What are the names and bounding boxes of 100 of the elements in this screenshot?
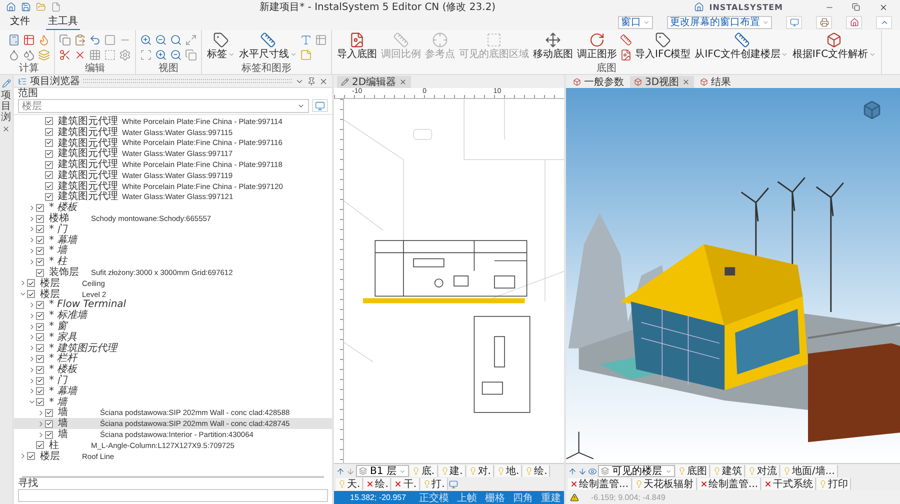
down-arrow-icon[interactable] [578, 466, 587, 476]
monitor-button[interactable] [786, 16, 802, 28]
tree-row[interactable]: * 栏杆 [14, 354, 332, 364]
paste-icon[interactable] [74, 34, 86, 46]
save-icon[interactable] [21, 2, 31, 12]
zoom-in-icon[interactable] [140, 34, 152, 46]
table-icon[interactable] [23, 34, 35, 46]
undo-icon[interactable] [89, 34, 101, 46]
settings-icon[interactable] [119, 49, 131, 61]
layer-tab[interactable]: 底图 [676, 465, 710, 477]
droplet-icon[interactable] [8, 49, 20, 61]
ribbon-button[interactable]: 从IFC文件创建楼层 [694, 32, 790, 60]
layer-tab[interactable]: 绘. [523, 465, 550, 477]
editor-tab[interactable]: 2D编辑器 [337, 76, 412, 88]
checkbox[interactable] [36, 366, 44, 374]
snap-toggle[interactable]: 栅格 [484, 490, 506, 504]
zoom-in-icon[interactable] [155, 49, 167, 61]
checkbox[interactable] [36, 387, 44, 396]
close-icon[interactable] [2, 125, 10, 133]
checkbox[interactable] [36, 225, 44, 234]
up-arrow-icon[interactable] [336, 466, 345, 476]
tree-row[interactable]: * 门 [14, 224, 332, 235]
delete-icon[interactable] [74, 49, 86, 61]
layer-tab[interactable]: 地. [494, 465, 522, 477]
fit-view-icon[interactable] [185, 34, 197, 46]
flame-icon[interactable] [38, 34, 50, 46]
home-button[interactable] [846, 16, 862, 28]
zoom-out-icon[interactable] [170, 49, 182, 61]
droplets-icon[interactable] [23, 49, 35, 61]
tree-row[interactable]: * 家具 [14, 332, 332, 343]
snap-toggle[interactable]: 重建 [540, 490, 562, 504]
checkbox[interactable] [45, 171, 53, 180]
layer-tab[interactable]: 绘. [364, 478, 392, 490]
calculator-icon[interactable] [8, 34, 20, 46]
ribbon-button[interactable]: 根据IFC文件解析 [791, 32, 878, 60]
checkbox[interactable] [36, 312, 44, 320]
layer-tab[interactable]: 天. [336, 478, 364, 490]
search-field[interactable] [18, 489, 328, 502]
view-tab[interactable]: 一般参数 [569, 76, 628, 88]
checkbox[interactable] [45, 138, 53, 147]
checkbox[interactable] [45, 150, 53, 158]
zoom-out-icon[interactable] [155, 34, 167, 46]
monitor-icon[interactable] [448, 480, 458, 488]
ribbon-button[interactable]: 标签 [206, 32, 236, 60]
pin-icon[interactable] [307, 76, 316, 86]
checkbox[interactable] [45, 117, 53, 126]
checkbox[interactable] [45, 192, 53, 201]
view-tab[interactable]: 结果 [696, 76, 736, 88]
floor-dropdown[interactable]: B1 层 [356, 465, 410, 477]
checkbox[interactable] [36, 246, 44, 255]
cut-icon[interactable] [59, 49, 71, 61]
scope-select[interactable]: 楼层 [18, 99, 309, 113]
checkbox[interactable] [36, 300, 44, 309]
checkbox[interactable] [36, 236, 44, 244]
ribbon-button[interactable]: 水平尺寸线 [238, 32, 298, 60]
tree-row[interactable]: * 墙 [14, 246, 332, 256]
checkbox[interactable] [45, 128, 53, 136]
checkbox[interactable] [36, 376, 44, 385]
ribbon-button[interactable]: 移动底图 [532, 32, 574, 60]
app-icon[interactable] [6, 2, 16, 12]
checkbox[interactable] [27, 279, 35, 288]
scrollbar[interactable] [22, 473, 324, 478]
tree-row[interactable]: * 墙 [14, 396, 332, 408]
layer-tab[interactable]: 干式系统 [762, 478, 816, 490]
tree-row[interactable]: * 幕墙 [14, 386, 332, 397]
new-file-icon[interactable] [51, 2, 61, 12]
monitor-button[interactable] [312, 99, 328, 112]
layer-tab[interactable]: 底. [410, 465, 438, 477]
checkbox[interactable] [36, 204, 44, 212]
layer-tab[interactable]: 打. [420, 478, 448, 490]
ribbon-button[interactable]: 导入底图 [336, 32, 378, 60]
tree-row[interactable]: * 窗 [14, 321, 332, 332]
eye-icon[interactable] [588, 466, 597, 476]
tree-row[interactable]: * 楼板 [14, 364, 332, 376]
ribbon-button[interactable]: 导入IFC模型 [634, 32, 692, 60]
checkbox[interactable] [36, 268, 44, 277]
checkbox[interactable] [36, 258, 44, 266]
floor-dropdown[interactable]: 可见的楼层 [598, 465, 675, 477]
printer-button[interactable] [816, 16, 832, 28]
checkbox[interactable] [36, 354, 44, 363]
menu-tab[interactable]: 文件 [8, 14, 32, 30]
image-icon[interactable] [620, 49, 632, 61]
tree-row[interactable]: * 建筑图元代理 [14, 342, 332, 354]
up-arrow-icon[interactable] [568, 466, 577, 476]
tree-row[interactable]: * Flow Terminal [14, 300, 332, 310]
checkbox[interactable] [45, 430, 53, 438]
checkbox[interactable] [36, 322, 44, 331]
checkbox[interactable] [45, 160, 53, 169]
tree-row[interactable]: * 门 [14, 375, 332, 386]
ruler-icon[interactable] [620, 34, 632, 46]
tree-row[interactable]: * 柱 [14, 256, 332, 268]
layer-tab[interactable]: 绘制盖管... [698, 478, 762, 490]
layer-tab[interactable]: 打印 [817, 478, 852, 490]
checkbox[interactable] [45, 420, 53, 428]
window-dropdown[interactable]: 窗口 [618, 16, 653, 28]
layer-tab[interactable]: 建筑 [711, 465, 745, 477]
layer-tab[interactable]: 天花板辐射 [632, 478, 697, 490]
copy-icon[interactable] [59, 34, 71, 46]
side-tab-label[interactable]: 项目浏 [1, 90, 11, 123]
layer-tab[interactable]: 对流 [746, 465, 780, 477]
